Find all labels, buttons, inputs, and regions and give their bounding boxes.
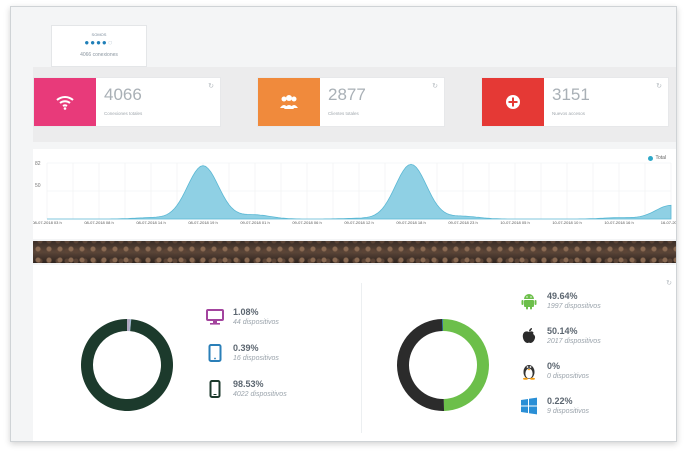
device-percent: 98.53% <box>233 379 264 389</box>
stat-card-connections[interactable]: 4066 Conexiones totales ↻ <box>33 77 221 127</box>
rating-stars: ●●●●○ <box>52 38 146 47</box>
stat-strip: 4066 Conexiones totales ↻ 2877 Clientes … <box>33 67 676 142</box>
legend-dot <box>648 155 654 161</box>
stat-label: Nuevos accesos <box>552 111 586 116</box>
device-stats: 0% 0 dispositivos <box>547 361 589 380</box>
device-stats: 0.39% 16 dispositivos <box>233 343 279 362</box>
stat-card-clients[interactable]: 2877 Clientes totales ↻ <box>257 77 445 127</box>
rating-card: SOMOS ●●●●○ 4066 conexiones <box>51 25 147 67</box>
device-stats: 49.64% 1997 dispositivos <box>547 291 601 310</box>
os-donut-chart <box>397 319 490 411</box>
device-count: 9 dispositivos <box>547 408 590 415</box>
device-count: 2017 dispositivos <box>547 338 601 345</box>
x-tick-label: 09-07-2018 01 h <box>240 220 269 225</box>
device-row: 98.53% 4022 dispositivos <box>205 379 287 399</box>
device-stats: 50.14% 2017 dispositivos <box>547 326 601 345</box>
donut-slice[interactable] <box>397 319 445 411</box>
panel-divider <box>361 283 362 433</box>
refresh-icon[interactable]: ↻ <box>666 279 672 287</box>
mobile-icon <box>205 379 225 399</box>
device-row: 0.22% 9 dispositivos <box>519 396 589 416</box>
android-icon <box>519 291 539 311</box>
timeline-svg: 82 50 08-07-2018 03 h 08-07-2018 08 h 08-07-… <box>33 161 677 225</box>
stat-icon-box <box>34 78 96 126</box>
timeline-chart: 82 50 08-07-2018 03 h 08-07-2018 08 h 08-07-… <box>33 149 677 239</box>
device-count: 4022 dispositivos <box>233 391 287 398</box>
x-tick-label: 10-07-2018 05 h <box>500 220 529 225</box>
donut-slice[interactable] <box>443 319 490 411</box>
device-row: 49.64% 1997 dispositivos <box>519 291 601 311</box>
stat-label: Conexiones totales <box>104 111 143 116</box>
x-tick-label: 09-07-2018 12 h <box>344 220 373 225</box>
device-count: 16 dispositivos <box>233 355 279 362</box>
x-tick-label: 09-07-2018 18 h <box>396 220 425 225</box>
wifi-icon <box>56 96 74 110</box>
apple-icon <box>519 326 539 346</box>
x-tick-label: 10-07-2018 10 h <box>552 220 581 225</box>
device-row: 0% 0 dispositivos <box>519 361 589 381</box>
stat-icon-box <box>482 78 544 126</box>
y-tick-label: 82 <box>35 161 41 167</box>
windows-icon <box>519 396 539 416</box>
refresh-icon[interactable]: ↻ <box>208 82 214 90</box>
stat-value: 2877 <box>328 85 366 104</box>
device-percent: 50.14% <box>547 326 578 336</box>
device-count: 44 dispositivos <box>233 319 279 326</box>
x-tick-label: 10-07-2018 16 h <box>604 220 633 225</box>
device-percent: 1.08% <box>233 307 259 317</box>
device-panels: 1.08% 44 dispositivos 0.39% 16 dispositi… <box>33 265 676 441</box>
users-icon <box>280 95 298 109</box>
plus-circle-icon <box>506 95 520 109</box>
stat-card-new-access[interactable]: 3151 Nuevos accesos ↻ <box>481 77 669 127</box>
device-row: 1.08% 44 dispositivos <box>205 307 279 327</box>
x-tick-label: 16-07-2018 <box>661 220 677 225</box>
refresh-icon[interactable]: ↻ <box>432 82 438 90</box>
stat-value: 4066 <box>104 85 142 104</box>
rating-subtitle: 4066 conexiones <box>80 52 118 58</box>
stat-label: Clientes totales <box>328 111 359 116</box>
donut-slice[interactable] <box>81 319 174 411</box>
device-count: 0 dispositivos <box>547 373 590 380</box>
x-tick-label: 08-07-2018 19 h <box>188 220 217 225</box>
x-tick-label: 08-07-2018 08 h <box>84 220 113 225</box>
device-row: 0.39% 16 dispositivos <box>205 343 279 363</box>
device-percent: 49.64% <box>547 291 578 301</box>
y-tick-label: 50 <box>35 183 41 189</box>
device-percent: 0% <box>547 361 561 371</box>
device-stats: 1.08% 44 dispositivos <box>233 307 279 326</box>
legend-label: Total <box>655 155 666 161</box>
chart-legend[interactable]: Total <box>648 155 666 161</box>
refresh-icon[interactable]: ↻ <box>656 82 662 90</box>
device-stats: 98.53% 4022 dispositivos <box>233 379 287 398</box>
x-tick-label: 09-07-2018 23 h <box>448 220 477 225</box>
desktop-icon <box>205 307 225 327</box>
rating-title: SOMOS <box>91 32 107 37</box>
x-tick-label: 09-07-2018 06 h <box>292 220 321 225</box>
tablet-icon <box>205 343 225 363</box>
device-row: 50.14% 2017 dispositivos <box>519 326 601 346</box>
x-tick-label: 08-07-2018 14 h <box>136 220 165 225</box>
device-stats: 0.22% 9 dispositivos <box>547 396 589 415</box>
dashboard-frame: SOMOS ●●●●○ 4066 conexiones 4066 Conexio… <box>10 6 677 442</box>
stat-value: 3151 <box>552 85 590 104</box>
stat-icon-box <box>258 78 320 126</box>
star-icon: ○ <box>107 38 114 47</box>
device-percent: 0.22% <box>547 396 573 406</box>
device-count: 1997 dispositivos <box>547 303 601 310</box>
crowd-banner-image <box>33 241 676 263</box>
x-tick-label: 08-07-2018 03 h <box>33 220 62 225</box>
linux-icon <box>519 361 539 381</box>
devices-donut-chart <box>81 319 174 411</box>
device-percent: 0.39% <box>233 343 259 353</box>
